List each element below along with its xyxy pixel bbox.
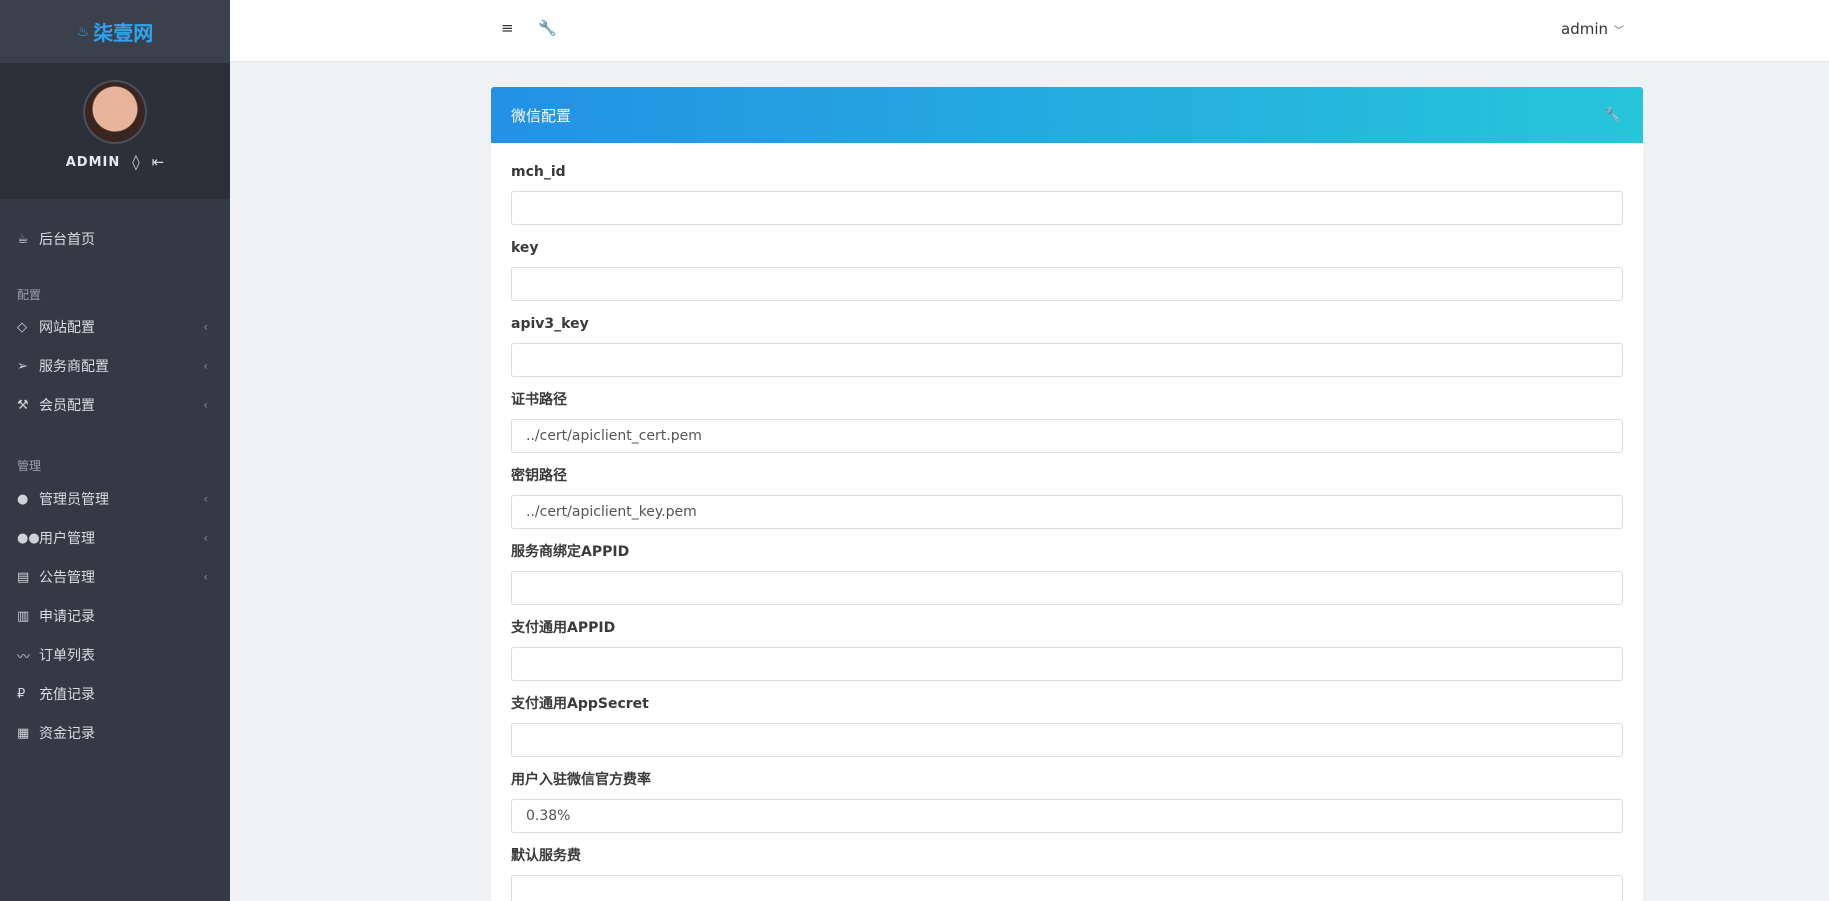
tag-icon: ◇: [17, 319, 27, 335]
sidebar-item-admin-manage[interactable]: ● 管理员管理 ‹: [0, 485, 230, 513]
sidebar-item-site-config[interactable]: ◇ 网站配置 ‹: [0, 313, 230, 341]
sidebar: ♨ 柒壹网 ADMIN ◊ ⇤ ☕ 后台首页 配置 ◇ 网站配置 ‹ ➢ 服务商…: [0, 0, 230, 901]
field-key: key: [511, 239, 1623, 301]
users-icon: ●●: [17, 530, 40, 546]
notice-icon: ▤: [17, 569, 30, 585]
wechat-config-card: 微信配置 🔧 mch_id key apiv3_key 证书路径 ../cert…: [491, 87, 1643, 901]
field-provider-appid: 服务商绑定APPID: [511, 543, 1623, 605]
avatar[interactable]: [83, 80, 147, 144]
wrench-icon[interactable]: 🔧: [538, 19, 557, 37]
field-cert-path: 证书路径 ../cert/apiclient_cert.pem: [511, 391, 1623, 453]
profile-name: ADMIN: [65, 154, 121, 170]
official-rate-input[interactable]: 0.38%: [511, 799, 1623, 833]
chevron-left-icon: ‹: [203, 570, 208, 584]
field-label: 默认服务费: [511, 848, 581, 864]
card-title: 微信配置: [511, 106, 572, 125]
user-menu[interactable]: admin ﹀: [1561, 20, 1624, 38]
nav-heading-manage: 管理: [17, 459, 42, 473]
key-path-input[interactable]: ../cert/apiclient_key.pem: [511, 495, 1623, 529]
field-official-rate: 用户入驻微信官方费率 0.38%: [511, 771, 1623, 833]
table-icon: ▦: [17, 725, 30, 741]
apiv3-key-input[interactable]: [511, 343, 1623, 377]
sidebar-item-label: 用户管理: [39, 531, 95, 547]
pay-appid-input[interactable]: [511, 647, 1623, 681]
profile-panel: ADMIN ◊ ⇤: [0, 63, 230, 199]
hammer-icon: ⚒: [17, 397, 29, 413]
send-icon: ➢: [17, 358, 28, 374]
sidebar-item-label: 后台首页: [39, 232, 95, 248]
field-label: 支付通用APPID: [511, 620, 616, 636]
chevron-left-icon: ‹: [203, 531, 208, 545]
chevron-left-icon: ‹: [203, 359, 208, 373]
chevron-down-icon: ﹀: [1614, 25, 1624, 37]
logout-icon[interactable]: ⇤: [152, 153, 165, 171]
field-pay-appid: 支付通用APPID: [511, 619, 1623, 681]
mch-id-input[interactable]: [511, 191, 1623, 225]
topbar: ≡ 🔧 admin ﹀: [230, 0, 1829, 62]
key-input[interactable]: [511, 267, 1623, 301]
cup-icon: ☕: [17, 231, 29, 247]
sidebar-item-recharge-records[interactable]: ₽ 充值记录: [0, 680, 230, 708]
sidebar-item-label: 资金记录: [39, 726, 95, 742]
field-label: mch_id: [511, 164, 566, 180]
chevron-left-icon: ‹: [203, 398, 208, 412]
sidebar-item-label: 订单列表: [39, 648, 95, 664]
sidebar-item-label: 充值记录: [39, 687, 95, 703]
field-label: 支付通用AppSecret: [511, 696, 649, 712]
menu-icon[interactable]: ≡: [501, 19, 514, 37]
field-label: 密钥路径: [511, 468, 567, 484]
line-chart-icon: 〰: [17, 649, 31, 665]
field-label: key: [511, 240, 539, 256]
field-default-service-fee: 默认服务费: [511, 847, 1623, 901]
provider-appid-input[interactable]: [511, 571, 1623, 605]
card-header: 微信配置 🔧: [491, 87, 1643, 143]
ruble-icon: ₽: [17, 686, 26, 702]
field-mch-id: mch_id: [511, 163, 1623, 225]
user-name: admin: [1561, 20, 1608, 38]
bar-chart-icon: ▥: [17, 608, 30, 624]
cert-path-input[interactable]: ../cert/apiclient_cert.pem: [511, 419, 1623, 453]
field-label: 证书路径: [511, 392, 567, 408]
brand-name: 柒壹网: [93, 21, 154, 45]
sidebar-item-label: 申请记录: [39, 609, 95, 625]
pay-appsecret-input[interactable]: [511, 723, 1623, 757]
nav-heading-config: 配置: [17, 288, 42, 302]
sidebar-item-label: 服务商配置: [39, 359, 109, 375]
field-pay-appsecret: 支付通用AppSecret: [511, 695, 1623, 757]
sidebar-item-provider-config[interactable]: ➢ 服务商配置 ‹: [0, 352, 230, 380]
field-apiv3-key: apiv3_key: [511, 315, 1623, 377]
field-label: apiv3_key: [511, 316, 589, 332]
default-service-fee-input[interactable]: [511, 875, 1623, 901]
flame-icon: ♨: [76, 23, 90, 40]
sidebar-item-fund-records[interactable]: ▦ 资金记录: [0, 719, 230, 747]
field-label: 服务商绑定APPID: [511, 544, 630, 560]
field-label: 用户入驻微信官方费率: [511, 772, 651, 788]
brand-logo[interactable]: ♨ 柒壹网: [0, 0, 230, 63]
sidebar-item-user-manage[interactable]: ●● 用户管理 ‹: [0, 524, 230, 552]
chevron-left-icon: ‹: [203, 320, 208, 334]
sidebar-item-label: 会员配置: [39, 398, 95, 414]
sidebar-item-label: 网站配置: [39, 320, 95, 336]
user-icon: ●: [17, 491, 29, 507]
sidebar-item-label: 公告管理: [39, 570, 95, 586]
sidebar-item-member-config[interactable]: ⚒ 会员配置 ‹: [0, 391, 230, 419]
sidebar-item-order-list[interactable]: 〰 订单列表: [0, 641, 230, 669]
sidebar-item-notice-manage[interactable]: ▤ 公告管理 ‹: [0, 563, 230, 591]
sidebar-item-apply-records[interactable]: ▥ 申请记录: [0, 602, 230, 630]
field-key-path: 密钥路径 ../cert/apiclient_key.pem: [511, 467, 1623, 529]
sidebar-item-label: 管理员管理: [39, 492, 109, 508]
chevron-left-icon: ‹: [203, 492, 208, 506]
theme-drop-icon[interactable]: ◊: [132, 153, 139, 171]
sidebar-item-dashboard[interactable]: ☕ 后台首页: [0, 225, 230, 253]
wrench-icon[interactable]: 🔧: [1604, 107, 1621, 123]
